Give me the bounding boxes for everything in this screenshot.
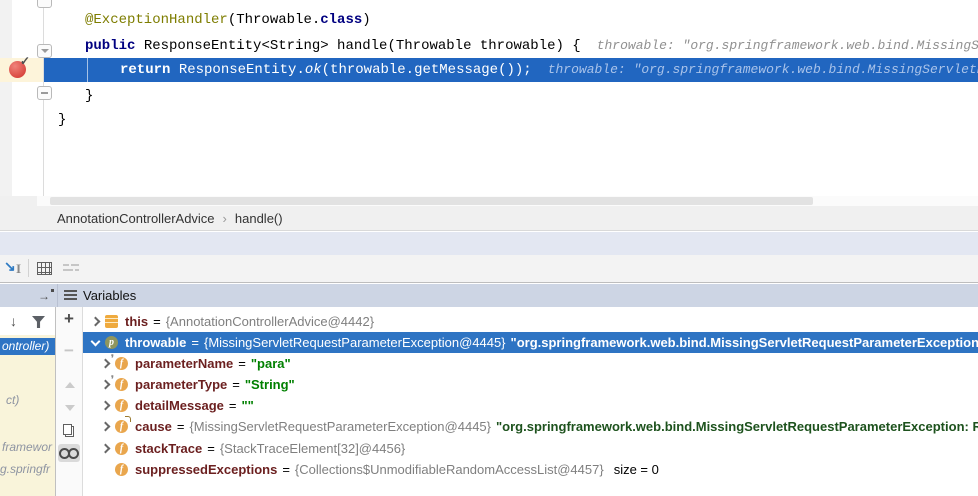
code-line-return-statement[interactable]: return ResponseEntity.ok(throwable.getMe… <box>120 58 978 82</box>
chevron-right-icon[interactable] <box>101 422 110 431</box>
fold-marker-icon[interactable] <box>37 0 52 8</box>
duplicate-icon[interactable] <box>63 424 74 437</box>
code-line-method-signature[interactable]: public ResponseEntity<String> handle(Thr… <box>85 34 978 58</box>
chevron-right-icon[interactable] <box>91 317 100 326</box>
horizontal-scrollbar[interactable] <box>0 196 978 206</box>
add-watch-icon[interactable]: + <box>56 309 82 329</box>
step-down-icon[interactable]: ↓ <box>10 313 17 329</box>
breadcrumb-method[interactable]: handle() <box>235 211 283 226</box>
variables-panel-header: → Variables <box>0 283 978 308</box>
debugger-inline-hint: throwable: "org.springframework.web.bind… <box>548 62 978 77</box>
editor-left-strip <box>0 0 12 196</box>
variable-row-throwable-selected[interactable]: throwable={MissingServletRequestParamete… <box>83 332 978 353</box>
toolbar-separator <box>28 259 29 277</box>
panel-menu-icon[interactable] <box>64 290 77 301</box>
debugger-main-area: ↓ ontroller) ct) framewor g.springfr + − <box>0 307 978 496</box>
code-line-close-brace[interactable]: } <box>85 84 93 108</box>
move-down-icon[interactable] <box>65 405 75 411</box>
debugger-window: @ExceptionHandler(Throwable.class) publi… <box>0 0 978 496</box>
variable-row-detailMessage[interactable]: detailMessage="" <box>83 395 978 416</box>
object-icon <box>105 315 118 328</box>
scrollbar-corner <box>0 196 37 206</box>
debugger-inline-hint: throwable: "org.springframework.web.bind… <box>597 38 978 53</box>
variable-row-cause[interactable]: cause={MissingServletRequestParameterExc… <box>83 416 978 437</box>
chevron-right-icon[interactable] <box>101 359 110 368</box>
pin-tab-icon[interactable]: → <box>38 289 54 302</box>
parameter-icon <box>105 336 118 349</box>
code-editor[interactable]: @ExceptionHandler(Throwable.class) publi… <box>0 0 978 196</box>
chevron-right-icon[interactable] <box>101 380 110 389</box>
field-icon <box>115 399 128 412</box>
fold-marker-icon[interactable] <box>37 86 52 100</box>
frame-row-selected[interactable]: ontroller) <box>0 338 55 355</box>
evaluate-expression-icon[interactable]: ↘I <box>4 260 26 276</box>
show-watches-icon[interactable] <box>58 444 80 462</box>
move-up-icon[interactable] <box>65 382 75 388</box>
table-view-icon[interactable] <box>37 262 52 275</box>
layout-settings-icon[interactable] <box>63 263 79 273</box>
watches-toolbar: + − <box>56 307 82 496</box>
code-line-close-brace[interactable]: } <box>58 108 66 132</box>
variable-row-parameterType[interactable]: ❜ parameterType="String" <box>83 374 978 395</box>
indent-guide <box>87 58 88 82</box>
code-line-annotation[interactable]: @ExceptionHandler(Throwable.class) <box>85 8 371 32</box>
field-icon <box>115 442 128 455</box>
panel-title: Variables <box>83 288 136 303</box>
breadcrumb: AnnotationControllerAdvice › handle() <box>0 206 978 231</box>
debug-window-header-band <box>0 232 978 255</box>
breadcrumb-separator-icon: › <box>223 211 227 226</box>
debug-toolbar: ↘I <box>0 255 978 283</box>
breadcrumb-class[interactable]: AnnotationControllerAdvice <box>57 211 215 226</box>
field-icon: ❜ <box>115 357 128 370</box>
frame-row[interactable]: g.springfr <box>0 461 55 478</box>
variables-tree: this={AnnotationControllerAdvice@4442} t… <box>83 307 978 496</box>
frames-panel: ↓ ontroller) ct) framewor g.springfr <box>0 307 55 496</box>
fold-marker-icon[interactable] <box>37 44 52 58</box>
field-icon: ❜ <box>115 378 128 391</box>
field-icon <box>115 463 128 476</box>
remove-watch-icon[interactable]: − <box>56 341 82 361</box>
variable-row-suppressedExceptions[interactable]: suppressedExceptions={Collections$Unmodi… <box>83 459 978 480</box>
frame-row[interactable]: ct) <box>0 392 55 409</box>
chevron-right-icon[interactable] <box>101 401 110 410</box>
chevron-right-icon[interactable] <box>101 444 110 453</box>
frame-row[interactable]: framewor <box>0 439 55 456</box>
variable-row-this[interactable]: this={AnnotationControllerAdvice@4442} <box>83 311 978 332</box>
filter-icon[interactable] <box>32 316 45 328</box>
field-icon <box>115 420 128 433</box>
variable-row-parameterName[interactable]: ❜ parameterName="para" <box>83 353 978 374</box>
chevron-down-icon[interactable] <box>91 338 100 347</box>
header-divider <box>57 284 58 308</box>
variable-row-stackTrace[interactable]: stackTrace={StackTraceElement[32]@4456} <box>83 438 978 459</box>
breakpoint-icon[interactable] <box>9 61 26 78</box>
horizontal-scrollbar-thumb[interactable] <box>50 197 813 205</box>
